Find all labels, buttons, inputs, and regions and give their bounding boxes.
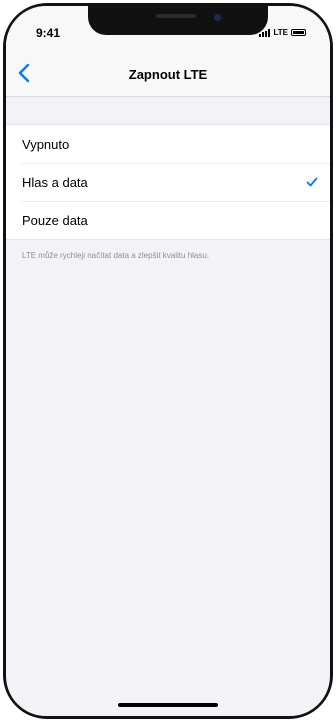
option-vypnuto[interactable]: Vypnuto (6, 125, 330, 163)
front-camera (214, 14, 221, 21)
screen: 9:41 LTE Zapnout LTE Vypnuto Hlas a data… (6, 6, 330, 716)
lte-options-list: Vypnuto Hlas a data Pouze data (6, 124, 330, 240)
option-label: Vypnuto (22, 136, 70, 152)
notch (88, 6, 268, 35)
page-title: Zapnout LTE (128, 67, 208, 82)
status-bar: 9:41 LTE (6, 6, 330, 52)
battery-icon (291, 29, 306, 36)
signal-icon (259, 28, 271, 37)
option-hlas-a-data[interactable]: Hlas a data (6, 163, 330, 201)
phone-frame: 9:41 LTE Zapnout LTE Vypnuto Hlas a data… (3, 3, 333, 719)
footer-note: LTE může rychleji načítat data a zlepšit… (22, 251, 210, 260)
checkmark-icon (306, 177, 318, 187)
status-time: 9:41 (36, 26, 61, 40)
status-indicators: LTE (259, 28, 306, 37)
navigation-bar: Zapnout LTE (6, 52, 330, 97)
speaker (156, 14, 196, 18)
option-pouze-data[interactable]: Pouze data (6, 201, 330, 239)
option-label: Hlas a data (22, 174, 88, 190)
network-type: LTE (273, 28, 288, 37)
option-label: Pouze data (22, 212, 88, 228)
home-indicator[interactable] (118, 703, 218, 707)
